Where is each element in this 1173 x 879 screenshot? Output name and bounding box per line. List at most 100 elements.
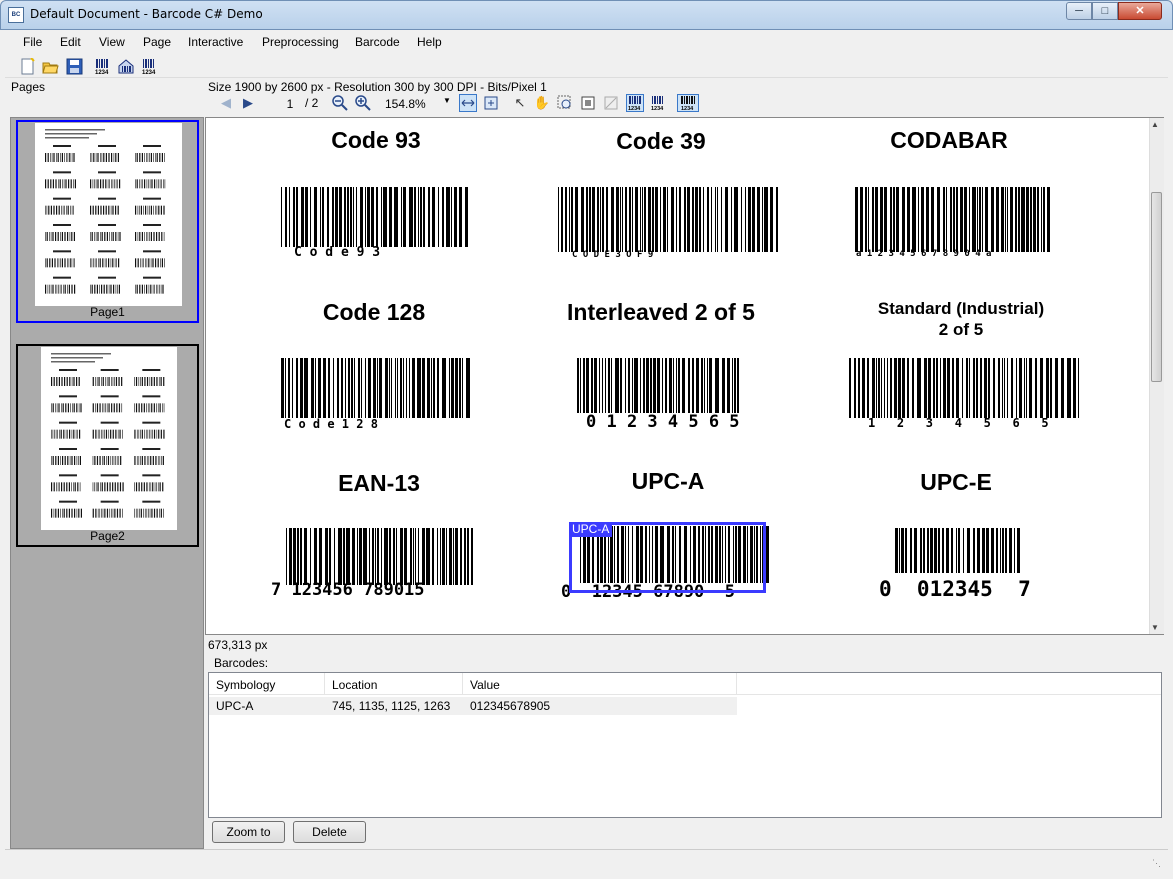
- barcode-1d-mode-icon[interactable]: 1234: [626, 94, 644, 112]
- barcode-bar: [289, 528, 292, 585]
- menu-interactive[interactable]: Interactive: [188, 35, 243, 49]
- scrollbar-thumb[interactable]: [1151, 192, 1162, 382]
- barcode-bar: [354, 358, 355, 418]
- minimize-button[interactable]: ─: [1066, 2, 1092, 20]
- zoom-to-button[interactable]: Zoom to: [212, 821, 285, 843]
- barcode-overlay-icon[interactable]: 1234: [677, 94, 699, 112]
- thumbnail-bar: [149, 403, 151, 413]
- thumbnail-bar: [121, 377, 123, 386]
- read-barcode-icon[interactable]: [118, 58, 135, 75]
- thumbnail-bar: [64, 153, 65, 162]
- chevron-down-icon[interactable]: ▼: [443, 96, 451, 105]
- thumbnail-bar: [157, 482, 159, 492]
- barcode-bar: [304, 358, 308, 418]
- barcode-bar: [383, 187, 387, 247]
- thumbnail-bar: [92, 429, 94, 439]
- menu-preprocessing[interactable]: Preprocessing: [262, 35, 339, 49]
- barcode-bar: [323, 358, 326, 418]
- previous-page-icon[interactable]: ◀: [217, 94, 235, 112]
- barcode-bar: [432, 528, 434, 585]
- thumbnail-bar: [105, 179, 107, 189]
- barcode-bar: [766, 526, 769, 583]
- new-document-icon[interactable]: [19, 57, 36, 75]
- thumbnail-bar: [79, 429, 81, 439]
- menu-page[interactable]: Page: [143, 35, 171, 49]
- thumbnail-bar: [106, 456, 107, 465]
- thumbnail-bar: [102, 456, 103, 465]
- svg-text:1234: 1234: [681, 106, 694, 111]
- thumbnail-bar: [63, 284, 64, 294]
- resize-grip-icon[interactable]: ⋱: [1152, 858, 1161, 869]
- scroll-down-icon[interactable]: ▼: [1151, 623, 1159, 632]
- barcode-bar: [993, 358, 995, 418]
- thumbnail-bar: [138, 456, 140, 465]
- zoom-in-icon[interactable]: [354, 94, 372, 112]
- thumbnail-bar: [90, 284, 91, 294]
- close-button[interactable]: ✕: [1118, 2, 1162, 20]
- table-cell-location[interactable]: 745, 1135, 1125, 1263: [325, 697, 463, 715]
- open-folder-icon[interactable]: [42, 58, 59, 75]
- barcode-bar: [969, 187, 970, 252]
- barcode-bar: [868, 187, 869, 252]
- thumbnail-bar: [99, 456, 101, 465]
- thumbnail-bar: [50, 284, 52, 294]
- thumbnail-page-2[interactable]: Page2: [16, 344, 199, 547]
- thumbnail-bar: [136, 153, 138, 162]
- thumbnail-bar: [103, 284, 105, 294]
- zoom-out-icon[interactable]: [331, 94, 349, 112]
- menu-help[interactable]: Help: [417, 35, 442, 49]
- barcode-bar: [676, 187, 677, 252]
- next-page-icon[interactable]: ▶: [239, 94, 257, 112]
- maximize-button[interactable]: □: [1092, 2, 1118, 20]
- thumbnail-bar: [49, 258, 51, 268]
- clear-region-icon[interactable]: [602, 94, 620, 112]
- app-icon[interactable]: BC: [8, 7, 24, 23]
- barcode-bar: [620, 358, 622, 413]
- thumbnail-bar: [97, 482, 99, 492]
- thumbnail-bar: [52, 179, 54, 189]
- barcode-bar: [395, 358, 396, 418]
- thumbnail-bar: [150, 205, 152, 215]
- thumbnail-bar: [47, 179, 49, 189]
- thumbnail-bar: [143, 482, 145, 492]
- barcodes-table[interactable]: Symbology Location Value UPC-A 745, 1135…: [208, 672, 1162, 818]
- thumbnail-bar: [95, 429, 97, 439]
- delete-button[interactable]: Delete: [293, 821, 366, 843]
- menu-view[interactable]: View: [99, 35, 125, 49]
- barcode-bar: [372, 528, 374, 585]
- thumbnail-bar: [151, 508, 153, 518]
- pan-hand-icon[interactable]: ✋: [533, 94, 551, 112]
- thumbnail-bar: [122, 508, 123, 518]
- zoom-area-icon[interactable]: [556, 94, 574, 112]
- write-barcode-icon[interactable]: 1234: [141, 58, 158, 76]
- thumbnail-bar: [90, 179, 92, 189]
- thumbnail-bar: [72, 403, 73, 413]
- barcode-write-mode-icon[interactable]: 1234: [649, 94, 667, 112]
- thumbnail-bar: [118, 403, 121, 413]
- menu-edit[interactable]: Edit: [60, 35, 81, 49]
- save-icon[interactable]: [66, 58, 83, 75]
- thumbnail-bar: [55, 403, 56, 413]
- barcode-bar: [1018, 187, 1020, 252]
- thumbnail-bar: [108, 403, 110, 413]
- column-header-symbology[interactable]: Symbology: [209, 673, 325, 695]
- read-barcode-1d-icon[interactable]: 1234: [94, 58, 111, 76]
- table-cell-symbology[interactable]: UPC-A: [209, 697, 325, 715]
- barcode-bar: [1021, 187, 1025, 252]
- scroll-up-icon[interactable]: ▲: [1151, 120, 1159, 129]
- menu-barcode[interactable]: Barcode: [355, 35, 400, 49]
- fit-page-icon[interactable]: [482, 94, 500, 112]
- thumbnail-bar: [71, 456, 73, 465]
- column-header-value[interactable]: Value: [463, 673, 737, 695]
- thumbnail-caption: [53, 197, 71, 200]
- thumbnail-page-1[interactable]: Page1: [16, 120, 199, 323]
- menu-file[interactable]: File: [23, 35, 42, 49]
- rectangle-select-icon[interactable]: [579, 94, 597, 112]
- fit-width-icon[interactable]: [459, 94, 477, 112]
- barcode-bar: [878, 358, 880, 418]
- column-header-location[interactable]: Location: [325, 673, 463, 695]
- table-cell-value[interactable]: 012345678905: [463, 697, 737, 715]
- barcode-bar: [956, 187, 958, 252]
- svg-text:1234: 1234: [628, 106, 641, 111]
- pointer-tool-icon[interactable]: ↖: [511, 94, 529, 112]
